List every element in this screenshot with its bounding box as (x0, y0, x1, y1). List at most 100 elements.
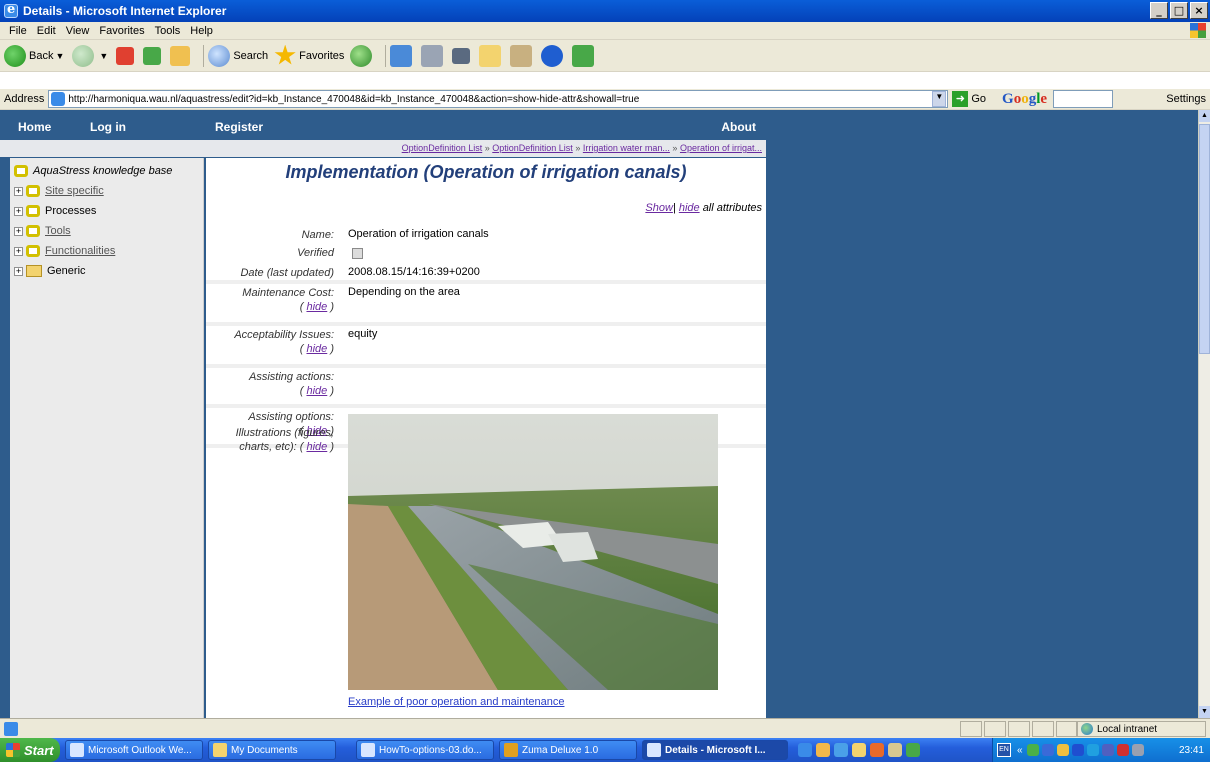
window-title-bar[interactable]: Details - Microsoft Internet Explorer _ … (0, 0, 1210, 22)
expand-icon[interactable]: + (14, 246, 23, 256)
expand-icon[interactable]: + (14, 206, 23, 216)
address-dropdown-icon[interactable]: ▼ (932, 91, 947, 107)
edit-button[interactable] (452, 47, 473, 64)
tree-item-label[interactable]: Tools (45, 225, 71, 237)
task-internet-explorer[interactable]: Details - Microsoft I... (642, 740, 788, 760)
tree-root[interactable]: AquaStress knowledge base (14, 162, 172, 180)
messenger-button[interactable] (572, 44, 597, 67)
media-button[interactable] (350, 44, 375, 67)
tree-item-processes[interactable]: + Processes (14, 202, 96, 220)
go-button[interactable]: ➜ Go (952, 91, 986, 107)
menu-help[interactable]: Help (185, 25, 218, 37)
hide-link[interactable]: hide (306, 441, 327, 453)
tree-item-label[interactable]: Processes (45, 205, 96, 217)
hide-link[interactable]: hide (306, 385, 327, 397)
menu-favorites[interactable]: Favorites (94, 25, 149, 37)
menu-file[interactable]: File (4, 25, 32, 37)
forward-button[interactable]: ▼ (72, 44, 110, 67)
folder-button[interactable] (479, 44, 504, 67)
show-all-link[interactable]: Show (645, 202, 673, 214)
scroll-down-icon[interactable]: ▼ (1199, 706, 1210, 718)
breadcrumb-item[interactable]: OptionDefinition List (492, 143, 573, 153)
attr-row-name: Name: Operation of irrigation canals Ver… (206, 218, 766, 284)
scroll-up-icon[interactable]: ▲ (1199, 110, 1210, 122)
browser-quicklaunch-icon[interactable] (834, 743, 848, 757)
research-button[interactable] (510, 44, 535, 67)
hide-link[interactable]: hide (306, 343, 327, 355)
firefox-quicklaunch-icon[interactable] (870, 743, 884, 757)
tree-item-functionalities[interactable]: + Functionalities (14, 242, 115, 260)
wifi-icon[interactable] (1086, 744, 1099, 756)
google-search-input[interactable] (1053, 90, 1114, 108)
back-button[interactable]: Back ▼ (4, 44, 66, 67)
security-icon[interactable] (1056, 744, 1069, 756)
outlook-quicklaunch-icon[interactable] (816, 743, 830, 757)
hide-link[interactable]: hide (306, 301, 327, 313)
stop-icon (116, 46, 135, 65)
tree-item-tools[interactable]: + Tools (14, 222, 71, 240)
stop-button[interactable] (116, 46, 137, 65)
hide-all-link[interactable]: hide (679, 202, 700, 214)
tray-expand-icon[interactable]: « (1017, 745, 1023, 756)
home-icon (170, 45, 191, 66)
refresh-button[interactable] (143, 46, 164, 65)
folder-quicklaunch-icon[interactable] (852, 743, 866, 757)
language-indicator[interactable]: EN (997, 743, 1011, 757)
kb-icon (26, 205, 40, 217)
monitor-icon[interactable] (1041, 744, 1054, 756)
address-input[interactable]: http://harmoniqua.wau.nl/aquastress/edit… (48, 90, 949, 108)
nav-home[interactable]: Home (18, 120, 51, 134)
task-zuma[interactable]: Zuma Deluxe 1.0 (499, 740, 637, 760)
kb-icon (26, 245, 40, 257)
breadcrumb-item[interactable]: Irrigation water man... (583, 143, 670, 153)
vertical-scrollbar[interactable]: ▲ ▼ (1198, 110, 1210, 718)
nav-login[interactable]: Log in (90, 120, 126, 134)
favorites-button[interactable]: Favorites (274, 44, 344, 67)
attr-value: 2008.08.15/14:16:39+0200 (348, 266, 480, 278)
breadcrumb-item[interactable]: OptionDefinition List (402, 143, 483, 153)
chevron-down-icon[interactable]: ▼ (99, 51, 108, 61)
verified-checkbox[interactable] (352, 248, 363, 259)
alert-icon[interactable] (1116, 744, 1129, 756)
chevron-down-icon[interactable]: ▼ (55, 51, 64, 61)
start-button[interactable]: Start (0, 738, 60, 762)
tree-item-label[interactable]: Generic (47, 265, 86, 277)
tree-item-generic[interactable]: + Generic (14, 262, 86, 280)
search-button[interactable]: Search (208, 44, 268, 67)
ie-quicklaunch-icon[interactable] (798, 743, 812, 757)
minimize-button[interactable]: _ (1150, 2, 1168, 19)
scroll-thumb[interactable] (1199, 124, 1210, 354)
home-button[interactable] (170, 45, 193, 66)
expand-icon[interactable]: + (14, 266, 23, 276)
task-outlook[interactable]: Microsoft Outlook We... (65, 740, 203, 760)
mail-button[interactable] (390, 44, 415, 67)
close-button[interactable]: × (1190, 2, 1208, 19)
tree-item-site-specific[interactable]: + Site specific (14, 182, 104, 200)
task-word-doc[interactable]: HowTo-options-03.do... (356, 740, 494, 760)
menu-edit[interactable]: Edit (32, 25, 61, 37)
address-url[interactable]: http://harmoniqua.wau.nl/aquastress/edit… (68, 94, 639, 105)
menu-tools[interactable]: Tools (150, 25, 186, 37)
maximize-button[interactable]: □ (1170, 2, 1188, 19)
tree-item-label[interactable]: Site specific (45, 185, 104, 197)
documents-quicklaunch-icon[interactable] (888, 743, 902, 757)
task-my-documents[interactable]: My Documents (208, 740, 336, 760)
network-icon[interactable] (1026, 744, 1039, 756)
antivirus-icon[interactable] (1101, 744, 1114, 756)
menu-view[interactable]: View (61, 25, 95, 37)
google-toolbar-logo[interactable]: Google (1002, 91, 1047, 108)
expand-icon[interactable]: + (14, 226, 23, 236)
expand-icon[interactable]: + (14, 186, 23, 196)
bluetooth-tray-icon[interactable] (1071, 744, 1084, 756)
messenger-quicklaunch-icon[interactable] (906, 743, 920, 757)
volume-icon[interactable] (1131, 744, 1144, 756)
print-button[interactable] (421, 44, 446, 67)
bluetooth-button[interactable] (541, 44, 566, 67)
nav-about[interactable]: About (721, 120, 756, 134)
tree-item-label[interactable]: Functionalities (45, 245, 115, 257)
illustration-caption-link[interactable]: Example of poor operation and maintenanc… (348, 696, 564, 708)
attr-value: Operation of irrigation canals (348, 228, 489, 240)
breadcrumb-item[interactable]: Operation of irrigat... (680, 143, 762, 153)
settings-button[interactable]: Settings (1166, 93, 1206, 105)
nav-register[interactable]: Register (215, 120, 263, 134)
